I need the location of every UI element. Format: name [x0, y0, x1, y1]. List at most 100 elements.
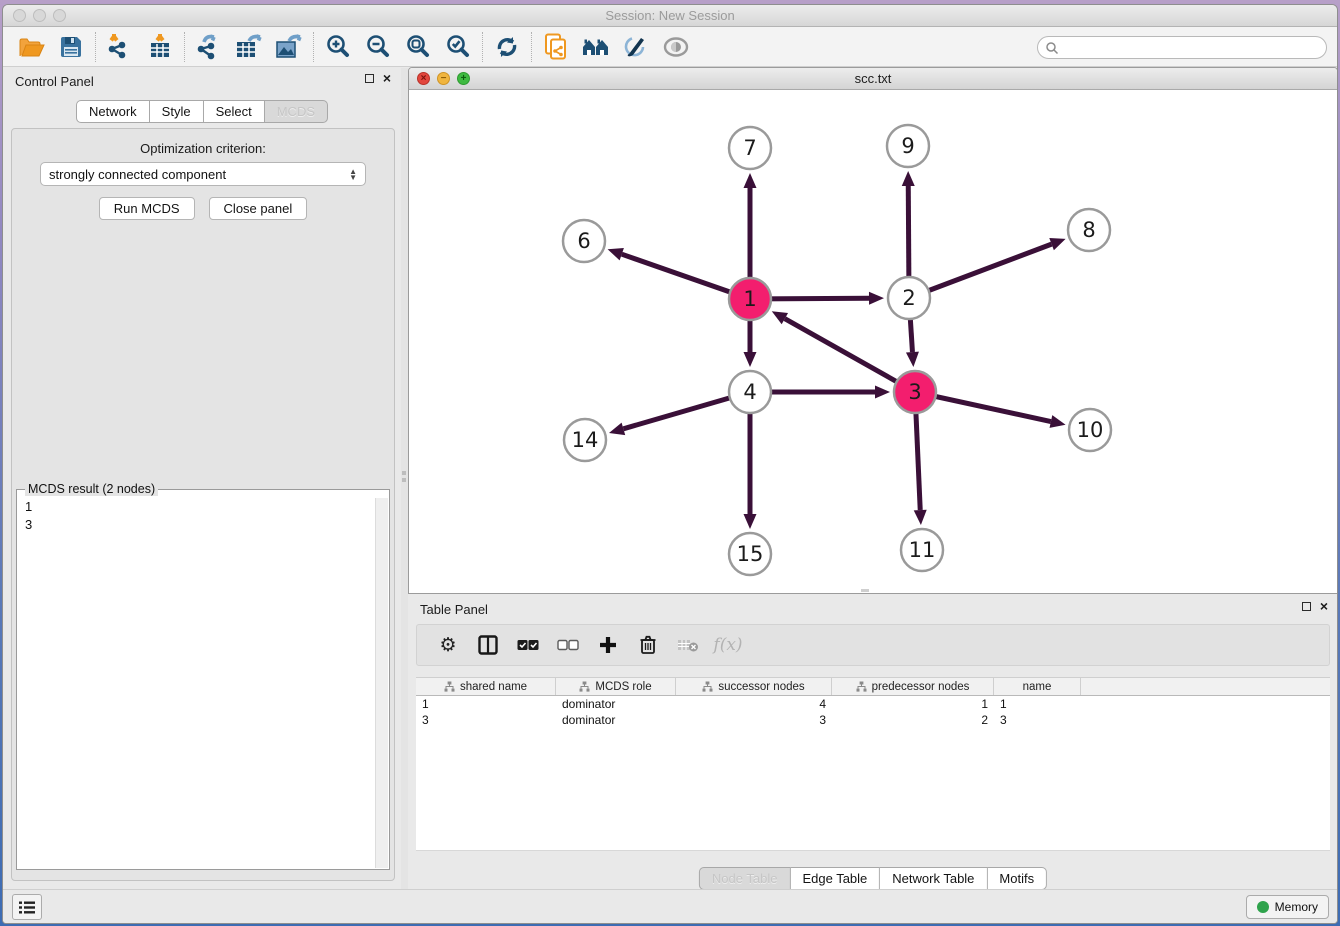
column-header-MCDS-role[interactable]: MCDS role: [556, 678, 676, 695]
mcds-result-title: MCDS result (2 nodes): [25, 482, 158, 496]
cell-shared-name: 1: [416, 696, 556, 712]
function-builder-icon[interactable]: f(x): [715, 632, 741, 658]
zoom-fit-icon[interactable]: [398, 30, 438, 64]
search-box: [1037, 36, 1327, 59]
control-panel-header: Control Panel ×: [3, 68, 401, 94]
close-window-icon[interactable]: [13, 9, 26, 22]
column-type-icon: [702, 681, 713, 692]
maximize-window-icon[interactable]: [53, 9, 66, 22]
float-table-panel-icon[interactable]: [1302, 602, 1311, 611]
minimize-window-icon[interactable]: [33, 9, 46, 22]
search-icon: [1045, 41, 1059, 55]
graph-node-label: 3: [908, 380, 921, 404]
toolbar-separator: [313, 32, 314, 62]
result-scrollbar[interactable]: [375, 498, 388, 868]
split-view-icon[interactable]: [475, 632, 501, 658]
toolbar-separator: [531, 32, 532, 62]
column-header-label: name: [1023, 681, 1052, 693]
import-table-icon[interactable]: [140, 30, 180, 64]
column-type-icon: [444, 681, 455, 692]
task-history-button[interactable]: [12, 894, 42, 920]
tab-motifs[interactable]: Motifs: [987, 867, 1047, 890]
column-header-label: MCDS role: [595, 681, 651, 693]
graph-node-label: 4: [743, 380, 756, 404]
column-header-label: successor nodes: [718, 681, 804, 693]
splitter-grip: [402, 471, 406, 475]
close-panel-button[interactable]: Close panel: [209, 197, 308, 220]
table-panel-header: Table Panel ×: [408, 596, 1338, 622]
table-panel-title: Table Panel: [420, 602, 488, 617]
network-close-icon[interactable]: ×: [417, 72, 430, 85]
show-graphics-details-icon[interactable]: [616, 30, 656, 64]
table-row[interactable]: 1dominator411: [416, 696, 1330, 712]
tab-select[interactable]: Select: [204, 100, 265, 123]
hide-graphics-details-icon[interactable]: [656, 30, 696, 64]
cell-successor-nodes: 4: [676, 696, 832, 712]
network-from-selection-icon[interactable]: [536, 30, 576, 64]
close-panel-icon[interactable]: ×: [383, 74, 391, 83]
window-controls: [13, 9, 66, 22]
float-panel-icon[interactable]: [365, 74, 374, 83]
deselect-all-icon[interactable]: [555, 632, 581, 658]
tab-edge-table[interactable]: Edge Table: [790, 867, 880, 890]
export-network-icon[interactable]: [189, 30, 229, 64]
cell-predecessor-nodes: 1: [832, 696, 994, 712]
apply-layout-icon[interactable]: [487, 30, 527, 64]
graph-edge-2-8[interactable]: [909, 244, 1052, 298]
control-panel-tabs: NetworkStyleSelectMCDS: [76, 100, 328, 123]
export-table-icon[interactable]: [229, 30, 269, 64]
table-header-row: shared name MCDS role successor nodes prede…: [416, 677, 1330, 696]
run-mcds-button[interactable]: Run MCDS: [99, 197, 195, 220]
control-panel: Control Panel × NetworkStyleSelectMCDS O…: [3, 68, 401, 889]
tab-node-table[interactable]: Node Table: [699, 867, 791, 890]
network-canvas[interactable]: 7968124314101511: [409, 90, 1337, 593]
criterion-select[interactable]: strongly connected component ▲▼: [40, 162, 366, 186]
table-panel-tabs: Node TableEdge TableNetwork TableMotifs: [699, 867, 1047, 890]
cell-MCDS-role: dominator: [556, 712, 676, 728]
close-table-panel-icon[interactable]: ×: [1320, 602, 1328, 611]
column-header-successor-nodes[interactable]: successor nodes: [676, 678, 832, 695]
column-header-shared-name[interactable]: shared name: [416, 678, 556, 695]
graph-edge-arrowhead: [744, 173, 757, 188]
tab-network[interactable]: Network: [76, 100, 150, 123]
delete-table-icon[interactable]: [675, 632, 701, 658]
zoom-in-icon[interactable]: [318, 30, 358, 64]
network-canvas-svg: 7968124314101511: [409, 90, 1337, 593]
table-settings-icon[interactable]: ⚙: [435, 632, 461, 658]
add-column-icon[interactable]: [595, 632, 621, 658]
toolbar-separator: [482, 32, 483, 62]
save-session-icon[interactable]: [51, 30, 91, 64]
graph-edge-arrowhead: [914, 510, 927, 525]
mcds-result-box: MCDS result (2 nodes) 13: [16, 489, 390, 870]
zoom-selected-icon[interactable]: [438, 30, 478, 64]
tab-style[interactable]: Style: [150, 100, 204, 123]
column-header-name[interactable]: name: [994, 678, 1081, 695]
network-maximize-icon[interactable]: +: [457, 72, 470, 85]
graph-node-label: 9: [901, 134, 914, 158]
column-header-label: shared name: [460, 681, 527, 693]
title-bar: Session: New Session: [3, 5, 1337, 27]
first-neighbors-icon[interactable]: [576, 30, 616, 64]
select-all-icon[interactable]: [515, 632, 541, 658]
control-panel-title: Control Panel: [15, 74, 94, 89]
memory-button[interactable]: Memory: [1246, 895, 1329, 919]
export-image-icon[interactable]: [269, 30, 309, 64]
tab-network-table[interactable]: Network Table: [880, 867, 987, 890]
window-title: Session: New Session: [3, 5, 1337, 27]
graph-node-label: 6: [577, 229, 590, 253]
column-header-predecessor-nodes[interactable]: predecessor nodes: [832, 678, 994, 695]
open-session-icon[interactable]: [11, 30, 51, 64]
optimization-criterion-label: Optimization criterion:: [12, 141, 394, 156]
zoom-out-icon[interactable]: [358, 30, 398, 64]
panel-splitter[interactable]: [401, 68, 408, 889]
import-network-icon[interactable]: [100, 30, 140, 64]
cell-name: 3: [994, 712, 1081, 728]
graph-node-label: 8: [1082, 218, 1095, 242]
graph-edge-arrowhead: [906, 352, 919, 367]
delete-column-icon[interactable]: [635, 632, 661, 658]
search-input[interactable]: [1059, 39, 1326, 57]
tab-mcds[interactable]: MCDS: [265, 100, 328, 123]
table-row[interactable]: 3dominator323: [416, 712, 1330, 728]
graph-edge-3-1[interactable]: [785, 319, 915, 392]
network-minimize-icon[interactable]: −: [437, 72, 450, 85]
